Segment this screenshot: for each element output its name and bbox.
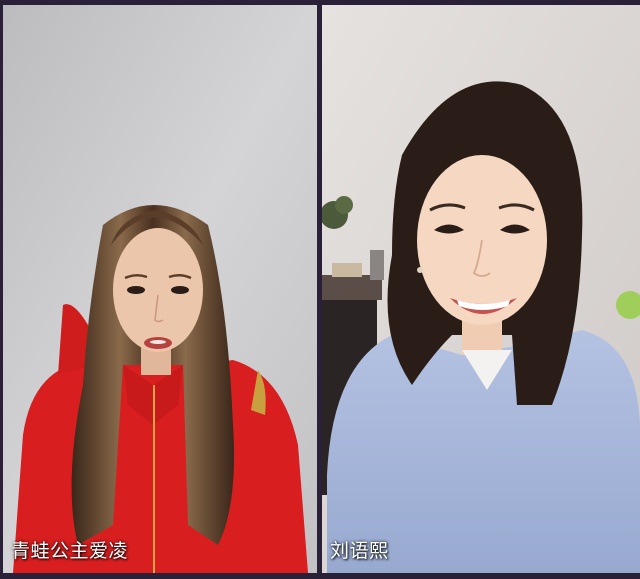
participant-video-right <box>322 5 640 573</box>
participant-video-left <box>3 5 317 573</box>
video-call-frame: 青蛙公主爱凌 刘语熙 <box>0 0 640 579</box>
video-tile-left[interactable]: 青蛙公主爱凌 <box>3 5 317 573</box>
video-tile-right[interactable]: 刘语熙 <box>322 5 640 573</box>
participant-name-label: 刘语熙 <box>330 540 389 562</box>
participant-name-label: 青蛙公主爱凌 <box>11 540 129 562</box>
